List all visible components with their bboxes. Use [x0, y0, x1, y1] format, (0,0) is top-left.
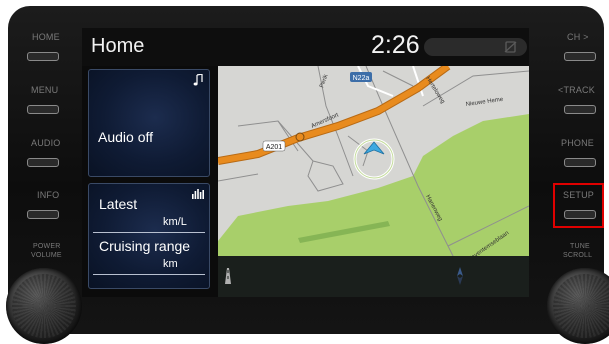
navigation-map[interactable]: N22a A201 Amersfoort Nieuwe Heme Zavente…: [218, 66, 529, 297]
home-button-label: HOME: [32, 32, 60, 42]
touch-screen: Home 2:26 Audio off Latest km/L Cruising…: [82, 28, 529, 297]
power-label: POWER: [33, 243, 61, 250]
cruising-range-unit: km: [163, 258, 178, 270]
status-pill: [424, 38, 527, 56]
ch-button-label: CH >: [567, 32, 589, 42]
n22a-shield-label: N22a: [353, 75, 370, 82]
status-bar: Home 2:26: [82, 28, 529, 66]
latest-divider: [93, 232, 205, 233]
range-divider: [93, 274, 205, 275]
scroll-label: SCROLL: [563, 252, 593, 259]
no-connection-icon: [504, 41, 517, 53]
latest-unit: km/L: [163, 216, 187, 228]
clock: 2:26: [371, 31, 420, 59]
cruising-range-label: Cruising range: [99, 238, 191, 254]
volume-label: VOLUME: [31, 252, 62, 259]
road-lane-icon: [225, 268, 231, 284]
power-volume-knob[interactable]: [6, 268, 82, 344]
info-hard-button[interactable]: [27, 210, 59, 219]
audio-hard-button[interactable]: [27, 158, 59, 167]
compass-icon[interactable]: [455, 266, 465, 286]
audio-tile[interactable]: Audio off: [88, 69, 210, 177]
music-note-icon: [193, 74, 203, 86]
phone-hard-button[interactable]: [564, 158, 596, 167]
audio-status-text: Audio off: [98, 129, 154, 145]
a201-shield-label: A201: [266, 144, 282, 151]
menu-hard-button[interactable]: [27, 105, 59, 114]
bar-graph-icon: [192, 189, 204, 199]
phone-button-label: PHONE: [561, 138, 595, 148]
map-info-bar: [218, 256, 529, 297]
page-title: Home: [91, 35, 145, 57]
info-button-label: INFO: [37, 190, 60, 200]
ch-hard-button[interactable]: [564, 52, 596, 61]
audio-button-label: AUDIO: [31, 138, 61, 148]
fuel-economy-tile[interactable]: Latest km/L Cruising range km: [88, 183, 210, 289]
setup-highlight-box: [553, 183, 604, 228]
tune-label: TUNE: [570, 243, 590, 250]
latest-label: Latest: [99, 196, 138, 212]
home-hard-button[interactable]: [27, 52, 59, 61]
menu-button-label: MENU: [31, 85, 59, 95]
track-hard-button[interactable]: [564, 105, 596, 114]
track-button-label: <TRACK: [558, 85, 595, 95]
